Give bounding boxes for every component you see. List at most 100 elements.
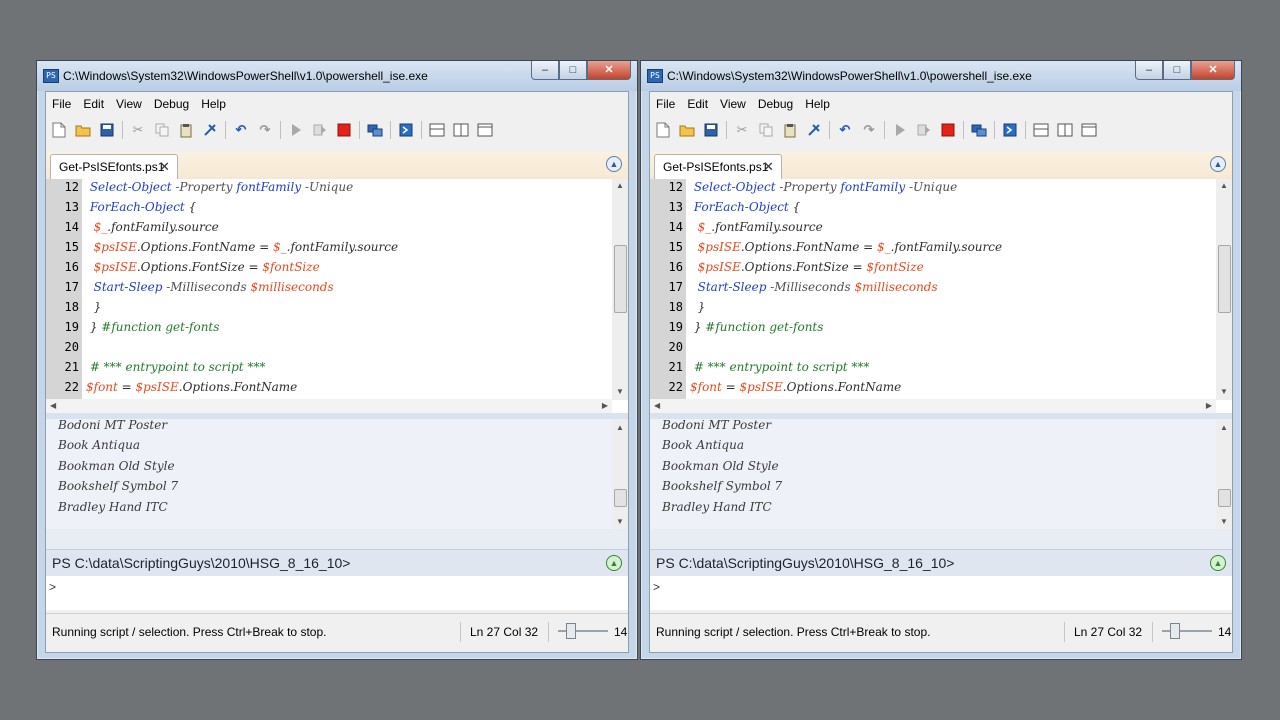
layout-right-icon[interactable]: [452, 121, 470, 139]
line-number: 18: [668, 300, 683, 314]
cut-icon[interactable]: ✂: [733, 121, 751, 139]
zoom-slider-thumb[interactable]: [566, 623, 576, 639]
maximize-button[interactable]: □: [1163, 61, 1191, 80]
layout-top-icon[interactable]: [1032, 121, 1050, 139]
title-bar[interactable]: PS C:\Windows\System32\WindowsPowerShell…: [641, 61, 1241, 91]
layout-max-icon[interactable]: [476, 121, 494, 139]
scroll-down-icon[interactable]: ▼: [612, 387, 628, 396]
cut-icon[interactable]: ✂: [129, 121, 147, 139]
pane-splitter[interactable]: [650, 529, 1232, 549]
copy-icon[interactable]: [757, 121, 775, 139]
scroll-thumb[interactable]: [1218, 245, 1231, 313]
new-icon[interactable]: [654, 121, 672, 139]
redo-icon[interactable]: ↷: [256, 121, 274, 139]
zoom-slider-thumb[interactable]: [1170, 623, 1180, 639]
remote-icon[interactable]: [366, 121, 384, 139]
scroll-down-icon[interactable]: ▼: [612, 517, 628, 526]
editor-horizontal-scrollbar[interactable]: ◀ ▶: [46, 399, 612, 413]
scroll-down-icon[interactable]: ▼: [1216, 387, 1232, 396]
clear-icon[interactable]: [805, 121, 823, 139]
scroll-left-icon[interactable]: ◀: [50, 399, 56, 413]
close-button[interactable]: ✕: [1191, 61, 1235, 80]
scroll-down-icon[interactable]: ▼: [1216, 517, 1232, 526]
layout-right-icon[interactable]: [1056, 121, 1074, 139]
run-icon[interactable]: [287, 121, 305, 139]
pane-splitter[interactable]: [46, 529, 628, 549]
layout-top-icon[interactable]: [428, 121, 446, 139]
menu-edit[interactable]: Edit: [77, 94, 110, 114]
collapse-script-pane-icon[interactable]: ▲: [606, 156, 622, 172]
title-bar[interactable]: PS C:\Windows\System32\WindowsPowerShell…: [37, 61, 637, 91]
scroll-thumb[interactable]: [614, 489, 627, 507]
layout-max-icon[interactable]: [1080, 121, 1098, 139]
output-vertical-scrollbar[interactable]: ▲ ▼: [612, 419, 628, 529]
run-selection-icon[interactable]: [915, 121, 933, 139]
editor-horizontal-scrollbar[interactable]: ◀ ▶: [650, 399, 1216, 413]
menu-edit[interactable]: Edit: [681, 94, 714, 114]
output-pane[interactable]: Bodoni MT Poster Book Antiqua Bookman Ol…: [650, 418, 1232, 529]
run-icon[interactable]: [891, 121, 909, 139]
open-icon[interactable]: [74, 121, 92, 139]
menu-help[interactable]: Help: [799, 94, 836, 114]
close-icon[interactable]: ✕: [159, 155, 170, 179]
scroll-thumb[interactable]: [1218, 489, 1231, 507]
code-line: 18 }: [650, 297, 1216, 317]
output-pane[interactable]: Bodoni MT Poster Book Antiqua Bookman Ol…: [46, 418, 628, 529]
command-pane[interactable]: >: [650, 576, 1232, 610]
maximize-button[interactable]: □: [559, 61, 587, 80]
redo-icon[interactable]: ↷: [860, 121, 878, 139]
menu-view[interactable]: View: [714, 94, 752, 114]
minimize-button[interactable]: –: [531, 61, 559, 80]
undo-icon[interactable]: ↶: [232, 121, 250, 139]
menu-debug[interactable]: Debug: [752, 94, 799, 114]
expand-command-pane-icon[interactable]: ▲: [1210, 555, 1226, 571]
line-number: 13: [64, 200, 79, 214]
scroll-up-icon[interactable]: ▲: [1216, 181, 1232, 190]
script-editor[interactable]: 12 Select-Object -Property fontFamily -U…: [650, 179, 1232, 413]
code-line: 15 $psISE.Options.FontName = $_.fontFami…: [650, 237, 1216, 257]
save-icon[interactable]: [98, 121, 116, 139]
run-selection-icon[interactable]: [311, 121, 329, 139]
scroll-left-icon[interactable]: ◀: [654, 399, 660, 413]
menu-debug[interactable]: Debug: [148, 94, 195, 114]
code-token: $psISE: [135, 380, 179, 394]
prompt-bar: PS C:\data\ScriptingGuys\2010\HSG_8_16_1…: [46, 549, 628, 576]
stop-icon[interactable]: [939, 121, 957, 139]
save-icon[interactable]: [702, 121, 720, 139]
menu-help[interactable]: Help: [195, 94, 232, 114]
stop-icon[interactable]: [335, 121, 353, 139]
close-icon[interactable]: ✕: [763, 155, 774, 179]
tab-get-psisefonts[interactable]: Get-PsISEfonts.ps1 ✕: [654, 154, 782, 179]
paste-icon[interactable]: [781, 121, 799, 139]
minimize-button[interactable]: –: [1135, 61, 1163, 80]
powershell-icon[interactable]: [1001, 121, 1019, 139]
tab-get-psisefonts[interactable]: Get-PsISEfonts.ps1 ✕: [50, 154, 178, 179]
open-icon[interactable]: [678, 121, 696, 139]
new-icon[interactable]: [50, 121, 68, 139]
command-pane[interactable]: >: [46, 576, 628, 610]
collapse-script-pane-icon[interactable]: ▲: [1210, 156, 1226, 172]
scroll-up-icon[interactable]: ▲: [612, 181, 628, 190]
expand-command-pane-icon[interactable]: ▲: [606, 555, 622, 571]
editor-vertical-scrollbar[interactable]: ▲ ▼: [1216, 179, 1232, 400]
undo-icon[interactable]: ↶: [836, 121, 854, 139]
menu-file[interactable]: File: [650, 94, 681, 114]
menu-view[interactable]: View: [110, 94, 148, 114]
editor-vertical-scrollbar[interactable]: ▲ ▼: [612, 179, 628, 400]
script-editor[interactable]: 12 Select-Object -Property fontFamily -U…: [46, 179, 628, 413]
powershell-icon[interactable]: [397, 121, 415, 139]
copy-icon[interactable]: [153, 121, 171, 139]
close-button[interactable]: ✕: [587, 61, 631, 80]
clear-icon[interactable]: [201, 121, 219, 139]
scroll-right-icon[interactable]: ▶: [1206, 399, 1212, 413]
scroll-up-icon[interactable]: ▲: [1216, 423, 1232, 432]
scroll-thumb[interactable]: [614, 245, 627, 313]
scroll-right-icon[interactable]: ▶: [602, 399, 608, 413]
remote-icon[interactable]: [970, 121, 988, 139]
line-number: 21: [64, 360, 79, 374]
scroll-up-icon[interactable]: ▲: [612, 423, 628, 432]
code-text: ForEach-Object {: [690, 197, 800, 217]
paste-icon[interactable]: [177, 121, 195, 139]
menu-file[interactable]: File: [46, 94, 77, 114]
output-vertical-scrollbar[interactable]: ▲ ▼: [1216, 419, 1232, 529]
